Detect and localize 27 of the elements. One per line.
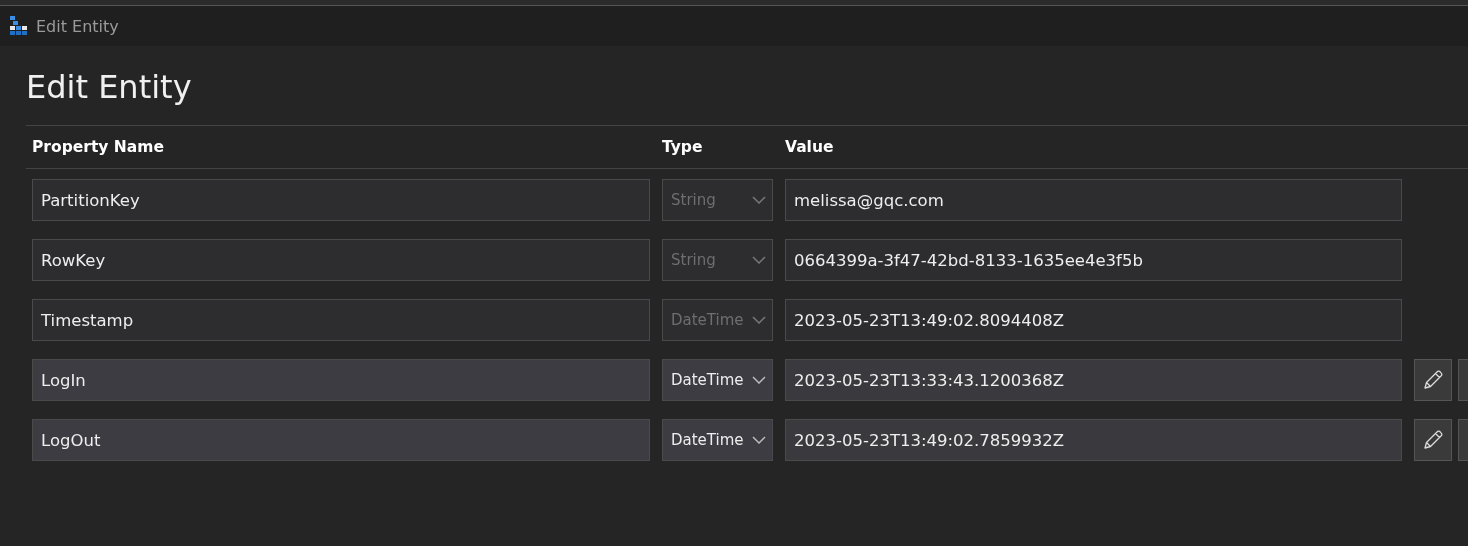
window-title: Edit Entity — [36, 16, 119, 36]
value-field[interactable]: 2023-05-23T13:49:02.8094408Z — [785, 299, 1402, 341]
property-name-field[interactable]: LogIn — [32, 359, 650, 401]
chevron-down-icon — [752, 436, 766, 444]
chevron-down-icon — [752, 316, 766, 324]
value-field[interactable]: 2023-05-23T13:33:43.1200368Z — [785, 359, 1402, 401]
pencil-icon — [1421, 428, 1445, 452]
pencil-icon — [1421, 368, 1445, 392]
edit-button[interactable] — [1414, 419, 1452, 461]
column-header: Value — [785, 138, 835, 156]
type-dropdown[interactable]: DateTime — [662, 419, 773, 461]
chevron-down-icon — [752, 376, 766, 384]
dialog-heading: Edit Entity — [26, 46, 1468, 126]
value-field[interactable]: 0664399a-3f47-42bd-8133-1635ee4e3f5b — [785, 239, 1402, 281]
app-icon — [8, 16, 30, 36]
property-name-field[interactable]: LogOut — [32, 419, 650, 461]
edit-button[interactable] — [1414, 359, 1452, 401]
property-name-field[interactable]: RowKey — [32, 239, 650, 281]
value-field[interactable]: melissa@gqc.com — [785, 179, 1402, 221]
property-name-field[interactable]: Timestamp — [32, 299, 650, 341]
chevron-down-icon — [752, 196, 766, 204]
column-header: Type — [662, 138, 704, 156]
column-header: Property Name — [32, 138, 165, 156]
value-field[interactable]: 2023-05-23T13:49:02.7859932Z — [785, 419, 1402, 461]
property-name-field[interactable]: PartitionKey — [32, 179, 650, 221]
type-dropdown[interactable]: DateTime — [662, 359, 773, 401]
chevron-down-icon — [752, 256, 766, 264]
